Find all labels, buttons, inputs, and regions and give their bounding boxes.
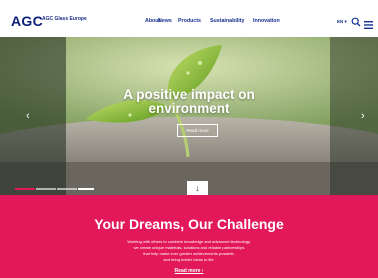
nav-innovation[interactable]: Innovation [253,18,280,24]
slide-indicator-4[interactable] [78,188,94,190]
section-text-line: that help make ever greater achievements… [143,251,235,256]
nav-sustainability[interactable]: Sustainability [210,18,244,24]
intro-section: Your Dreams, Our Challenge Working with … [0,195,378,278]
slide-shade-right [330,37,378,195]
nav-products[interactable]: Products [178,18,201,24]
arrow-down-icon: ↓ [195,183,200,193]
slide-indicator-1[interactable] [15,188,35,190]
menu-icon[interactable] [364,16,373,34]
scroll-down-button[interactable]: ↓ [187,181,208,195]
language-selector[interactable]: EN ▾ [337,19,347,25]
section-text-line: Working with others to combine knowledge… [127,239,251,244]
slide-indicator-3[interactable] [57,188,77,190]
nav-news[interactable]: News [158,18,172,24]
section-text-line: and bring bolder ideas to life. [163,257,215,262]
section-title: Your Dreams, Our Challenge [94,216,284,232]
hero-carousel: ‹ › A positive impact on environment Rea… [0,37,378,195]
site-header: AGC AGC Glass Europe About News Products… [0,0,378,37]
search-icon[interactable] [351,14,361,32]
agc-logo[interactable]: AGC [11,13,43,29]
hero-title-line2: environment [148,101,230,116]
hero-read-more-button[interactable]: Read more [177,124,218,137]
slide-indicator-2[interactable] [36,188,56,190]
brand-name: AGC Glass Europe [42,16,87,22]
hero-title-line1: A positive impact on [123,87,255,102]
section-text-line: we create unique materials, solutions an… [133,245,245,250]
slide-shade-left [0,37,66,195]
section-read-more-link[interactable]: Read more › [0,268,378,274]
